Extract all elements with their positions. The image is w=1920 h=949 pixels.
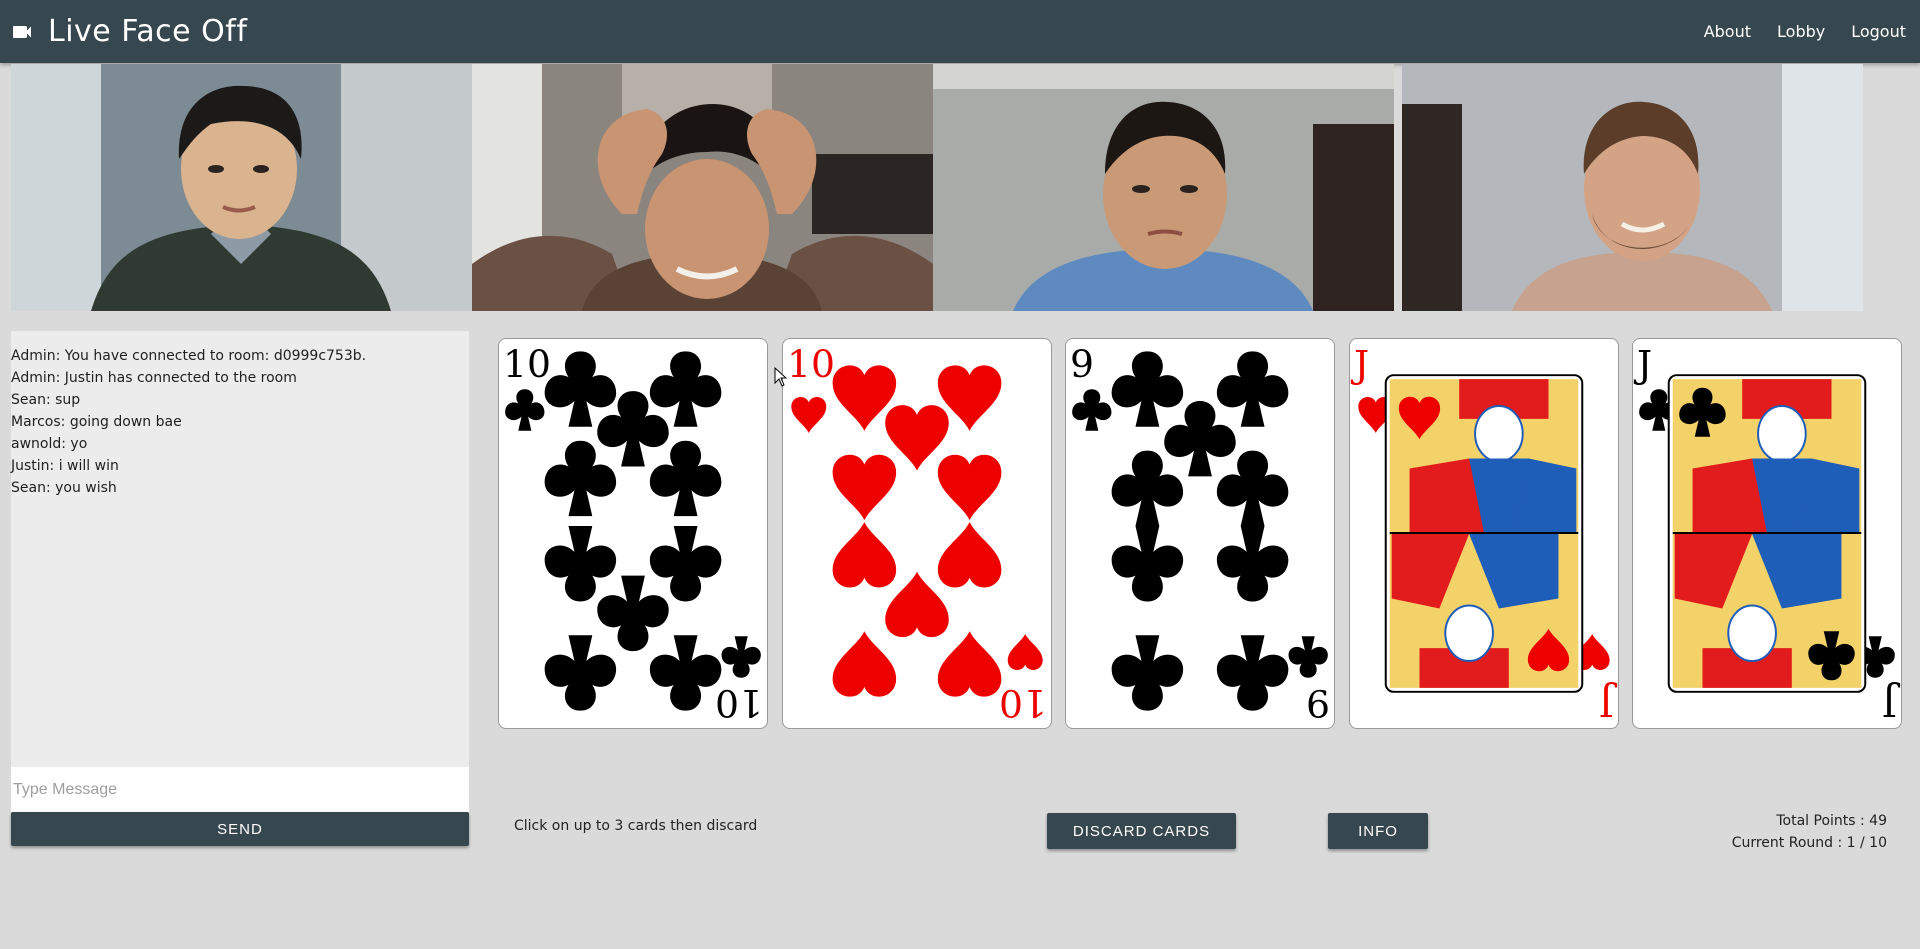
app-title: Live Face Off (48, 14, 248, 49)
card-rank-index: 9 (1306, 681, 1330, 725)
clubs-pip-icon (649, 526, 722, 602)
card-jack-of-clubs[interactable]: JJ (1632, 338, 1902, 729)
chat-message: Sean: sup (11, 392, 81, 408)
clubs-pip-icon (1164, 400, 1236, 477)
jack-face-icon (1667, 374, 1867, 693)
chat-message-input[interactable] (11, 767, 469, 812)
card-rank-index: J (1350, 342, 1369, 386)
card-rank-index: 10 (715, 681, 763, 725)
clubs-pip-icon (649, 440, 722, 517)
clubs-pip-icon (544, 526, 617, 602)
chat-message: Admin: Justin has connected to the room (11, 370, 297, 386)
player-video-2 (472, 64, 933, 311)
hearts-pip-icon (832, 631, 897, 697)
video-feeds (11, 64, 1863, 311)
jack-face-icon (1384, 374, 1584, 693)
chat-message: Sean: you wish (11, 480, 117, 496)
card-rank-index: J (1633, 342, 1652, 386)
discard-cards-button[interactable]: Discard Cards (1047, 813, 1236, 849)
clubs-pip-icon (544, 440, 617, 517)
player-video-3 (933, 64, 1394, 311)
clubs-pip-icon (1216, 635, 1289, 711)
clubs-pip-icon (544, 635, 617, 711)
nav-about-link[interactable]: About (1704, 22, 1751, 41)
chat-message: Justin: i will win (11, 458, 119, 474)
info-button[interactable]: Info (1328, 813, 1428, 849)
card-rank-index: 9 (1070, 342, 1094, 386)
clubs-suit-icon (721, 636, 761, 678)
mouse-cursor-icon (774, 367, 788, 387)
clubs-pip-icon (649, 635, 722, 711)
hearts-suit-icon (1007, 634, 1043, 671)
hearts-pip-icon (832, 454, 897, 521)
hearts-pip-icon (937, 631, 1002, 697)
clubs-pip-icon (544, 351, 617, 427)
hearts-pip-icon (937, 454, 1002, 521)
hearts-pip-icon (885, 405, 949, 471)
card-rank-index: J (1882, 681, 1901, 725)
player-video-1 (11, 64, 472, 311)
clubs-suit-icon (1072, 389, 1112, 431)
game-stats: Total Points : 49 Current Round : 1 / 10 (1732, 810, 1887, 854)
card-rank-index: J (1599, 681, 1618, 725)
clubs-suit-icon (1288, 636, 1328, 678)
hearts-pip-icon (937, 522, 1002, 588)
clubs-pip-icon (649, 351, 722, 427)
clubs-pip-icon (1111, 351, 1184, 427)
hearts-suit-icon (791, 396, 827, 433)
card-jack-of-hearts[interactable]: JJ (1349, 338, 1619, 729)
card-rank-index: 10 (503, 342, 551, 386)
brand[interactable]: Live Face Off (10, 0, 247, 63)
clubs-pip-icon (1216, 526, 1289, 602)
nav-links: About Lobby Logout (1678, 0, 1906, 63)
nav-logout-link[interactable]: Logout (1851, 22, 1906, 41)
clubs-pip-icon (1216, 450, 1289, 527)
card-rank-index: 10 (999, 681, 1047, 725)
chat-log[interactable]: Admin: You have connected to room: d0999… (11, 331, 469, 767)
card-10-of-clubs[interactable]: 10 10 (498, 338, 768, 729)
card-rank-index: 10 (787, 342, 835, 386)
chat-panel: Admin: You have connected to room: d0999… (11, 331, 469, 767)
clubs-pip-icon (1111, 526, 1184, 602)
clubs-suit-icon (505, 389, 545, 431)
chat-message: awnold: yo (11, 436, 88, 452)
clubs-pip-icon (1111, 635, 1184, 711)
current-round: Current Round : 1 / 10 (1731, 835, 1887, 851)
hearts-pip-icon (885, 571, 949, 638)
card-10-of-hearts[interactable]: 10 10 (782, 338, 1052, 729)
videocam-icon (13, 25, 31, 38)
send-button[interactable]: Send (11, 812, 469, 846)
navbar: Live Face Off About Lobby Logout (0, 0, 1920, 63)
nav-lobby-link[interactable]: Lobby (1777, 22, 1825, 41)
total-points: Total Points : 49 (1776, 813, 1887, 829)
hearts-pip-icon (832, 522, 897, 588)
player-video-4 (1402, 64, 1863, 311)
clubs-pip-icon (1111, 450, 1184, 527)
clubs-pip-icon (597, 575, 669, 652)
instruction-text: Click on up to 3 cards then discard (514, 818, 758, 834)
chat-message: Admin: You have connected to room: d0999… (11, 348, 367, 364)
card-9-of-clubs[interactable]: 99 (1065, 338, 1335, 729)
clubs-pip-icon (1216, 351, 1289, 427)
chat-message: Marcos: going down bae (11, 414, 182, 430)
